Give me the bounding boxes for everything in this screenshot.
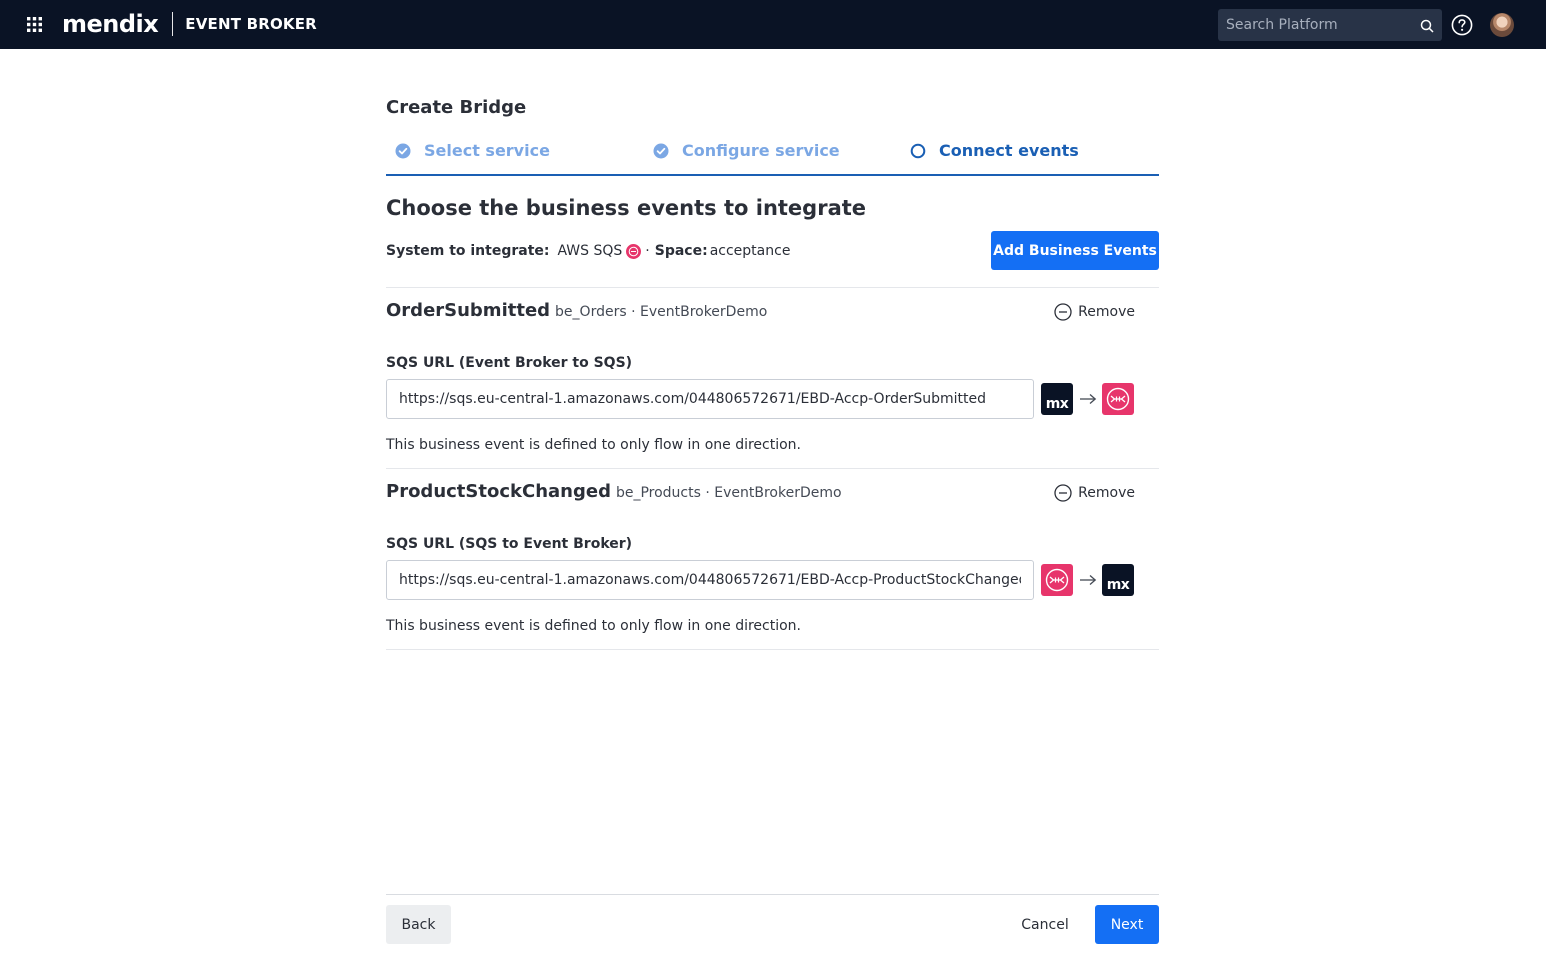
arrow-right-icon xyxy=(1073,574,1102,586)
remove-label: Remove xyxy=(1078,485,1135,501)
event-name: ProductStockChanged xyxy=(386,481,611,502)
system-value: AWS SQS xyxy=(557,243,623,259)
back-button[interactable]: Back xyxy=(386,905,451,944)
mendix-logo[interactable]: mendix EVENT BROKER xyxy=(62,9,317,39)
page-title: Create Bridge xyxy=(386,97,527,118)
product-name: EVENT BROKER xyxy=(185,15,317,33)
event-name: OrderSubmitted xyxy=(386,300,551,321)
event-meta: be_Orders · EventBrokerDemo xyxy=(555,304,768,320)
sqs-url-input[interactable] xyxy=(386,560,1034,600)
step-label: Connect events xyxy=(939,141,1079,160)
check-circle-icon xyxy=(653,143,669,159)
minus-circle-icon xyxy=(1054,484,1072,502)
system-info: System to integrate: AWS SQS · Space: ac… xyxy=(386,243,790,259)
sqs-badge-icon xyxy=(1102,383,1134,415)
flow-direction: mx xyxy=(1041,383,1134,415)
section-heading: Choose the business events to integrate xyxy=(386,196,867,220)
mendix-badge-icon: mx xyxy=(1102,564,1134,596)
event-title-row: ProductStockChanged be_Products · EventB… xyxy=(386,481,842,502)
space-value: acceptance xyxy=(709,243,791,259)
flow-direction: mx xyxy=(1041,564,1134,596)
step-connect-events[interactable]: Connect events xyxy=(910,141,1079,160)
check-circle-icon xyxy=(395,143,411,159)
direction-hint: This business event is defined to only f… xyxy=(386,437,801,453)
search-box xyxy=(1218,9,1442,41)
event-card: ProductStockChanged be_Products · EventB… xyxy=(386,468,1159,649)
search-input[interactable] xyxy=(1218,9,1442,41)
sqs-icon xyxy=(626,243,642,259)
section-divider xyxy=(386,649,1159,650)
remove-button[interactable]: Remove xyxy=(1054,484,1135,502)
help-circle-icon[interactable] xyxy=(1451,14,1473,36)
step-select-service[interactable]: Select service xyxy=(395,141,550,160)
search-icon[interactable] xyxy=(1420,18,1434,33)
separator: · xyxy=(645,243,650,259)
direction-hint: This business event is defined to only f… xyxy=(386,618,801,634)
sqs-url-label: SQS URL (Event Broker to SQS) xyxy=(386,355,633,371)
top-navigation-bar: mendix EVENT BROKER xyxy=(0,0,1546,49)
mendix-badge-icon: mx xyxy=(1041,383,1073,415)
arrow-right-icon xyxy=(1073,393,1102,405)
space-label: Space: xyxy=(654,243,708,259)
add-business-events-button[interactable]: Add Business Events xyxy=(991,231,1159,270)
sqs-badge-icon xyxy=(1041,564,1073,596)
step-configure-service[interactable]: Configure service xyxy=(653,141,840,160)
circle-outline-icon xyxy=(910,143,926,159)
remove-button[interactable]: Remove xyxy=(1054,303,1135,321)
next-button[interactable]: Next xyxy=(1095,905,1159,944)
grid-icon[interactable] xyxy=(27,17,42,32)
event-meta: be_Products · EventBrokerDemo xyxy=(615,485,842,501)
logo-divider xyxy=(172,12,174,36)
cancel-button[interactable]: Cancel xyxy=(1012,905,1078,944)
user-avatar[interactable] xyxy=(1490,13,1514,37)
system-label: System to integrate: xyxy=(386,243,550,259)
remove-label: Remove xyxy=(1078,304,1135,320)
minus-circle-icon xyxy=(1054,303,1072,321)
event-card: OrderSubmitted be_Orders · EventBrokerDe… xyxy=(386,287,1159,468)
wizard-steps: Select service Configure service Connect… xyxy=(386,137,1159,176)
sqs-url-input[interactable] xyxy=(386,379,1034,419)
footer-divider xyxy=(386,894,1159,895)
sqs-url-label: SQS URL (SQS to Event Broker) xyxy=(386,536,633,552)
event-title-row: OrderSubmitted be_Orders · EventBrokerDe… xyxy=(386,300,767,321)
step-label: Select service xyxy=(424,141,550,160)
step-label: Configure service xyxy=(682,141,840,160)
brand-name: mendix xyxy=(62,10,159,38)
create-bridge-panel: Create Bridge Select service Configure s… xyxy=(386,49,1159,956)
